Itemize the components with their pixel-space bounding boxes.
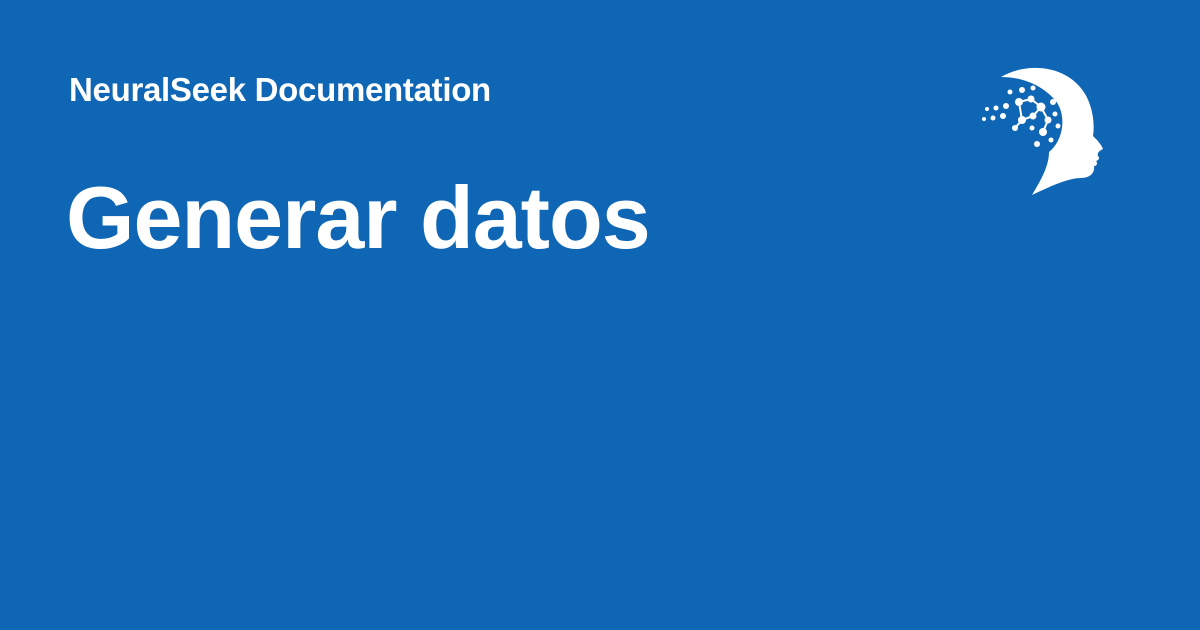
page-title: Generar datos xyxy=(66,168,651,267)
head-network-icon xyxy=(975,62,1115,202)
social-card: NeuralSeek Documentation Generar datos xyxy=(0,0,1200,630)
site-name: NeuralSeek Documentation xyxy=(69,71,491,108)
